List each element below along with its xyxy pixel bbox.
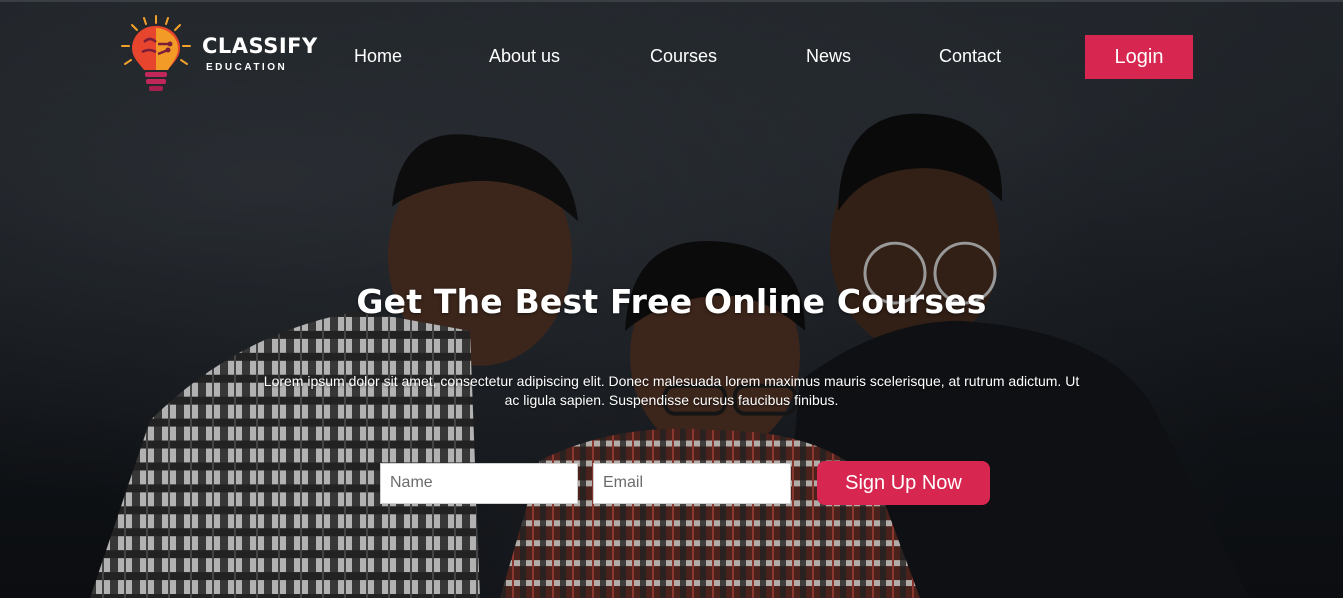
email-input[interactable] bbox=[593, 462, 791, 504]
hero-section: CLASSIFY EDUCATION Home About us Courses… bbox=[0, 0, 1343, 598]
hero-headline: Get The Best Free Online Courses bbox=[356, 282, 987, 321]
nav-courses[interactable]: Courses bbox=[650, 46, 717, 67]
signup-form: Sign Up Now bbox=[380, 461, 990, 505]
sign-up-button[interactable]: Sign Up Now bbox=[817, 461, 990, 505]
lightbulb-brain-icon bbox=[121, 15, 191, 91]
brand-tagline: EDUCATION bbox=[206, 61, 288, 73]
hero-lead-text: Lorem ipsum dolor sit amet, consectetur … bbox=[263, 373, 1080, 408]
nav-contact[interactable]: Contact bbox=[939, 46, 1001, 67]
nav-news[interactable]: News bbox=[806, 46, 851, 67]
nav-home[interactable]: Home bbox=[354, 46, 402, 67]
brand-name: CLASSIFY bbox=[202, 33, 318, 58]
login-button[interactable]: Login bbox=[1085, 35, 1193, 79]
brand-logo[interactable]: CLASSIFY EDUCATION bbox=[118, 14, 318, 94]
nav-about-us[interactable]: About us bbox=[489, 46, 560, 67]
name-input[interactable] bbox=[380, 462, 578, 504]
